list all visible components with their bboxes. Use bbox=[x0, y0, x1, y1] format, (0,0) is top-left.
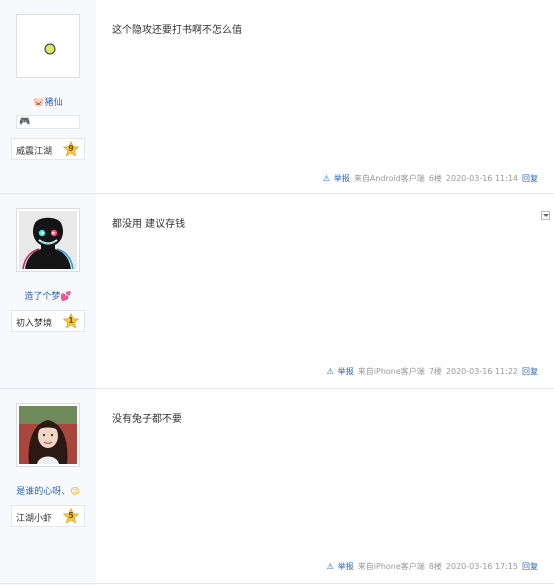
username-link[interactable]: 是谁的心呀、😉 bbox=[0, 484, 96, 497]
username-link[interactable]: 🐷猪仙 bbox=[0, 95, 96, 108]
avatar-image bbox=[19, 17, 77, 75]
client-source: 来自iPhone客户端 bbox=[357, 367, 425, 376]
glitch-face-avatar-icon bbox=[19, 211, 77, 269]
post-content: 这个隐攻还要打书啊不怎么值 bbox=[112, 25, 242, 36]
post-content: 都没用 建议存钱 bbox=[112, 219, 186, 230]
username-text: 是谁的心呀、 bbox=[16, 487, 71, 497]
report-label: 举报 bbox=[333, 174, 350, 183]
level-star-icon: 1 bbox=[63, 313, 79, 329]
post-tail: ⚠ 举报 来自iPhone客户端 8楼 2020-03-16 17:15 回复 bbox=[319, 561, 538, 572]
member-badge[interactable]: 🎮 bbox=[16, 115, 80, 129]
level-star-icon: 5 bbox=[63, 508, 79, 524]
post-floor-7: 造了个梦💕 初入梦境 1 都没用 建议存钱 ⚠ 举报 来自iPhone客户端 7楼 20… bbox=[0, 194, 554, 388]
user-avatar[interactable] bbox=[16, 403, 80, 467]
level-number: 1 bbox=[68, 316, 74, 325]
user-avatar[interactable] bbox=[16, 208, 80, 272]
post-floor-6: 🐷猪仙 🎮 威震江湖 9 这个隐攻还要打书啊不怎么值 ⚠ 举报 来自Android客… bbox=[0, 0, 554, 193]
post-time: 2020-03-16 11:14 bbox=[445, 174, 518, 183]
report-link[interactable]: ⚠ 举报 bbox=[323, 367, 354, 376]
floor-number: 8楼 bbox=[428, 562, 442, 571]
username-link[interactable]: 造了个梦💕 bbox=[0, 289, 96, 302]
username-text: 猪仙 bbox=[44, 98, 63, 108]
post-content: 没有兔子都不要 bbox=[112, 414, 182, 425]
pink-hearts-icon: 💕 bbox=[60, 292, 72, 302]
post-time: 2020-03-16 11:22 bbox=[445, 367, 518, 376]
floor-number: 7楼 bbox=[428, 367, 442, 376]
report-label: 举报 bbox=[337, 367, 354, 376]
avatar-image bbox=[19, 406, 77, 464]
emoji-face-icon: 😉 bbox=[70, 487, 80, 497]
level-name: 江湖小虾 bbox=[16, 514, 53, 524]
username-text: 造了个梦 bbox=[24, 292, 61, 302]
reply-link[interactable]: 回复 bbox=[522, 562, 538, 571]
warning-icon: ⚠ bbox=[322, 174, 330, 183]
post-tail: ⚠ 举报 来自iPhone客户端 7楼 2020-03-16 11:22 回复 bbox=[319, 366, 538, 377]
user-avatar[interactable] bbox=[16, 14, 80, 78]
post-floor-8: 是谁的心呀、😉 江湖小虾 5 没有兔子都不要 ⚠ 举报 来自iPhone客户端 8楼 2… bbox=[0, 389, 554, 583]
floor-number: 6楼 bbox=[428, 174, 442, 183]
report-label: 举报 bbox=[337, 562, 354, 571]
avatar-image bbox=[19, 211, 77, 269]
level-number: 5 bbox=[68, 511, 74, 520]
girl-portrait-avatar-icon bbox=[19, 406, 77, 464]
report-link[interactable]: ⚠ 举报 bbox=[319, 174, 350, 183]
warning-icon: ⚠ bbox=[326, 367, 334, 376]
collapse-toggle-icon[interactable] bbox=[541, 211, 550, 220]
client-source: 来自iPhone客户端 bbox=[357, 562, 425, 571]
warning-icon: ⚠ bbox=[326, 562, 334, 571]
level-number: 9 bbox=[68, 144, 74, 153]
green-dot-avatar-icon bbox=[44, 43, 56, 55]
report-link[interactable]: ⚠ 举报 bbox=[323, 562, 354, 571]
post-divider bbox=[0, 583, 554, 584]
level-badge[interactable]: 江湖小虾 5 bbox=[11, 505, 85, 527]
level-name: 威震江湖 bbox=[16, 147, 53, 157]
post-time: 2020-03-16 17:15 bbox=[445, 562, 518, 571]
client-source: 来自Android客户端 bbox=[353, 174, 425, 183]
game-controller-icon: 🎮 bbox=[19, 117, 31, 127]
pig-face-icon: 🐷 bbox=[33, 98, 45, 108]
reply-link[interactable]: 回复 bbox=[522, 174, 538, 183]
level-star-icon: 9 bbox=[63, 141, 79, 157]
level-badge[interactable]: 威震江湖 9 bbox=[11, 138, 85, 160]
level-name: 初入梦境 bbox=[16, 319, 53, 329]
level-badge[interactable]: 初入梦境 1 bbox=[11, 310, 85, 332]
post-tail: ⚠ 举报 来自Android客户端 6楼 2020-03-16 11:14 回复 bbox=[315, 173, 538, 184]
reply-link[interactable]: 回复 bbox=[522, 367, 538, 376]
